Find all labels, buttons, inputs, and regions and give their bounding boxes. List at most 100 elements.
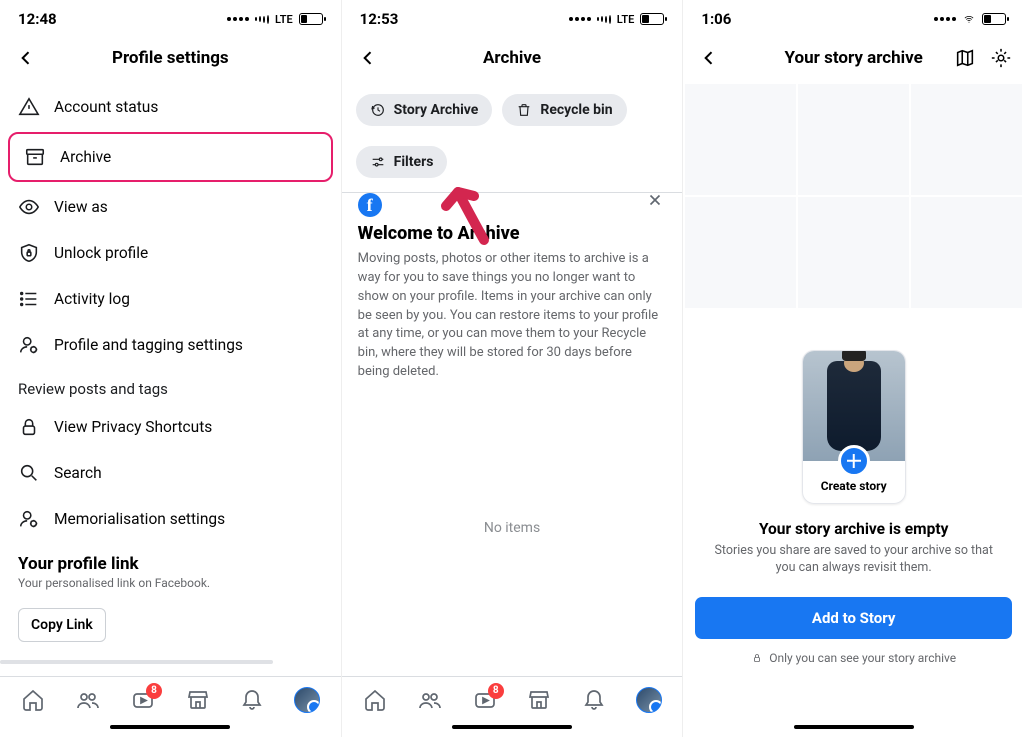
recycle-bin-chip[interactable]: Recycle bin xyxy=(502,94,626,126)
screen-archive: 12:53 LTE Archive Story Archive Recycle … xyxy=(342,0,684,737)
story-grid xyxy=(683,84,1024,308)
archive-box-icon xyxy=(24,146,46,168)
avatar-icon xyxy=(636,687,662,713)
progress-track xyxy=(0,660,273,664)
close-button[interactable] xyxy=(644,189,666,211)
grid-cell xyxy=(798,197,909,308)
tab-home[interactable] xyxy=(20,687,46,713)
row-label: Account status xyxy=(54,98,158,116)
row-profile-tagging[interactable]: Profile and tagging settings xyxy=(0,322,341,368)
home-icon xyxy=(21,688,45,712)
battery-icon xyxy=(982,13,1006,25)
shield-lock-icon xyxy=(18,242,40,264)
create-story-card[interactable]: Create story xyxy=(802,350,906,504)
create-story-image xyxy=(803,351,905,461)
screen-story-archive: 1:06 Your story archive Create story xyxy=(683,0,1024,737)
empty-state: Your story archive is empty Stories you … xyxy=(683,516,1024,591)
add-to-story-button[interactable]: Add to Story xyxy=(695,597,1012,639)
row-label: View Privacy Shortcuts xyxy=(54,418,212,436)
tab-home[interactable] xyxy=(362,687,388,713)
store-icon xyxy=(186,688,210,712)
empty-body: Stories you share are saved to your arch… xyxy=(707,542,1000,577)
chip-row: Story Archive Recycle bin xyxy=(342,84,683,136)
grid-cell xyxy=(911,197,1022,308)
profile-link-sub: Your personalised link on Facebook. xyxy=(18,576,323,590)
tab-friends[interactable] xyxy=(417,687,443,713)
lock-icon xyxy=(18,416,40,438)
no-items-label: No items xyxy=(342,520,683,536)
header: Your story archive xyxy=(683,34,1024,84)
bottom-tab-bar: 8 xyxy=(0,676,341,719)
page-title: Profile settings xyxy=(0,48,341,68)
signal-bars-icon xyxy=(597,15,611,24)
welcome-body: Moving posts, photos or other items to a… xyxy=(358,250,667,382)
back-button[interactable] xyxy=(697,46,721,70)
tab-friends[interactable] xyxy=(75,687,101,713)
settings-button[interactable] xyxy=(990,47,1012,69)
row-search[interactable]: Search xyxy=(0,450,341,496)
row-unlock-profile[interactable]: Unlock profile xyxy=(0,230,341,276)
screen-profile-settings: 12:48 LTE Profile settings Account statu… xyxy=(0,0,342,737)
bell-icon xyxy=(582,688,606,712)
status-right: LTE xyxy=(569,13,665,26)
wifi-icon xyxy=(962,14,976,25)
story-archive-chip[interactable]: Story Archive xyxy=(356,94,493,126)
facebook-logo-icon: f xyxy=(358,193,382,217)
copy-link-button[interactable]: Copy Link xyxy=(18,608,106,642)
back-button[interactable] xyxy=(14,46,38,70)
empty-heading: Your story archive is empty xyxy=(707,520,1000,538)
tab-marketplace[interactable] xyxy=(185,687,211,713)
avatar-icon xyxy=(294,687,320,713)
home-indicator xyxy=(110,725,230,729)
signal-dots-icon xyxy=(934,17,956,21)
network-label: LTE xyxy=(617,13,635,26)
chip-label: Recycle bin xyxy=(540,102,612,118)
tab-profile[interactable] xyxy=(636,687,662,713)
row-label: Memorialisation settings xyxy=(54,510,225,528)
tab-watch[interactable]: 8 xyxy=(472,687,498,713)
lock-icon xyxy=(751,652,763,664)
chip-label: Filters xyxy=(394,154,434,170)
tab-notifications[interactable] xyxy=(239,687,265,713)
tab-badge: 8 xyxy=(146,683,162,699)
tab-marketplace[interactable] xyxy=(526,687,552,713)
home-indicator xyxy=(452,725,572,729)
bell-icon xyxy=(240,688,264,712)
chevron-left-icon xyxy=(699,48,719,68)
trash-icon xyxy=(516,102,532,118)
close-icon xyxy=(646,191,664,209)
tab-profile[interactable] xyxy=(294,687,320,713)
row-view-as[interactable]: View as xyxy=(0,184,341,230)
chip-row-filters: Filters xyxy=(342,136,683,193)
status-bar: 12:48 LTE xyxy=(0,0,341,34)
back-button[interactable] xyxy=(356,46,380,70)
row-memorialisation[interactable]: Memorialisation settings xyxy=(0,496,341,542)
tab-notifications[interactable] xyxy=(581,687,607,713)
only-you-note: Only you can see your story archive xyxy=(683,639,1024,673)
welcome-card: f Welcome to Archive Moving posts, photo… xyxy=(342,193,683,390)
row-label: Archive xyxy=(60,148,111,166)
status-bar: 12:53 LTE xyxy=(342,0,683,34)
map-button[interactable] xyxy=(954,47,976,69)
battery-icon xyxy=(640,13,664,25)
row-archive[interactable]: Archive xyxy=(8,132,333,182)
grid-cell xyxy=(685,197,796,308)
profile-link-heading: Your profile link xyxy=(18,554,323,574)
header: Archive xyxy=(342,34,683,84)
row-activity-log[interactable]: Activity log xyxy=(0,276,341,322)
tab-watch[interactable]: 8 xyxy=(130,687,156,713)
sliders-icon xyxy=(370,154,386,170)
row-account-status[interactable]: Account status xyxy=(0,84,341,130)
people-icon xyxy=(418,688,442,712)
person-gear-icon xyxy=(18,334,40,356)
person-gear-icon xyxy=(18,508,40,530)
home-indicator xyxy=(794,725,914,729)
signal-dots-icon xyxy=(227,17,249,21)
status-bar: 1:06 xyxy=(683,0,1024,34)
network-label: LTE xyxy=(275,13,293,26)
only-you-label: Only you can see your story archive xyxy=(769,651,956,665)
filters-chip[interactable]: Filters xyxy=(356,146,448,178)
section-label: Review posts and tags xyxy=(0,368,341,404)
grid-cell xyxy=(798,84,909,195)
row-privacy-shortcuts[interactable]: View Privacy Shortcuts xyxy=(0,404,341,450)
